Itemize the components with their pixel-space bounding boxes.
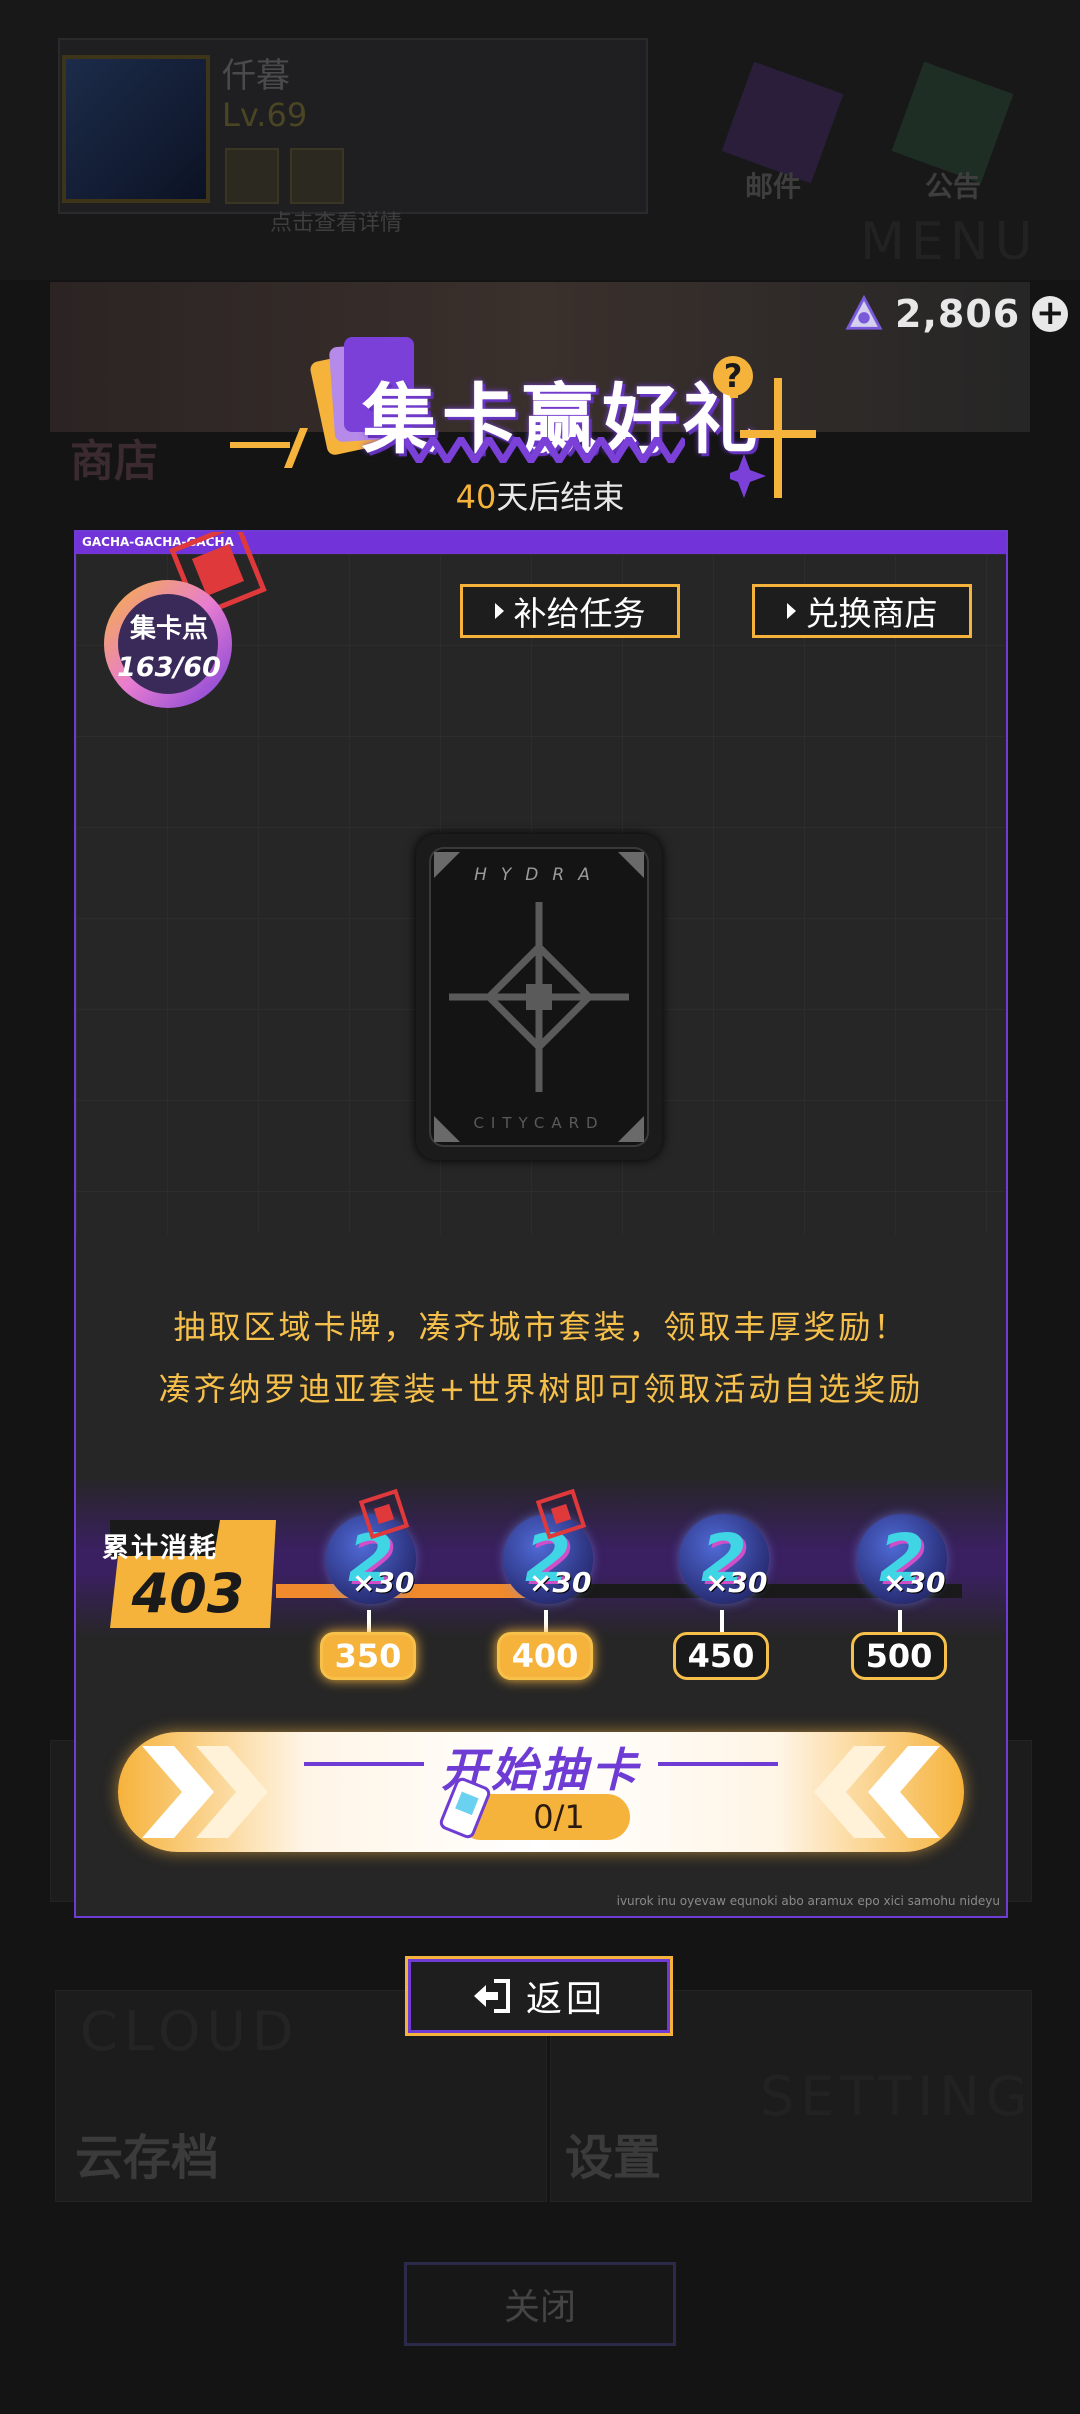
setting-watermark: SETTING: [760, 2065, 1034, 2128]
claimed-mark-icon: [535, 1488, 587, 1540]
reward-quantity: ×30: [529, 1566, 592, 1599]
panel-footer-text: ivurok inu oyevaw equnoki abo aramux epo…: [616, 1894, 1000, 1908]
currency-display: 2,806 +: [845, 292, 1069, 336]
days-left: 40: [455, 478, 497, 516]
description-line-2: 凑齐纳罗迪亚套装+世界树即可领取活动自选奖励: [158, 1370, 924, 1408]
close-label: 关闭: [503, 2287, 576, 2328]
setting-label: 设置: [565, 2130, 662, 2186]
milestone-stem: [367, 1610, 371, 1634]
exchange-shop-button[interactable]: 兑换商店: [752, 584, 972, 638]
arrow-right-icon: [786, 603, 796, 619]
gem-triangle-icon: [845, 295, 883, 330]
card-bottom-text: CITYCARD: [473, 1114, 604, 1132]
exit-icon: [473, 1979, 510, 2013]
card-top-text: HYDRA: [474, 865, 604, 885]
card-back: HYDRA CITYCARD: [416, 834, 662, 1160]
close-button-dimmed: 关闭: [404, 2262, 676, 2346]
gacha-panel: GACHA-GACHA-GACHA 集卡点 163/60 补给任务 兑换商店 H…: [74, 530, 1008, 1918]
ticket-count-pill: 0/1: [439, 1777, 630, 1840]
avatar: [62, 55, 210, 203]
claimed-mark-icon: [358, 1488, 410, 1540]
milestone-threshold: 500: [851, 1632, 947, 1680]
menu-watermark: MENU: [860, 212, 1039, 272]
back-label: 返回: [525, 1979, 606, 2020]
cloud-save-label: 云存档: [75, 2130, 220, 2186]
milestone-stem: [898, 1610, 902, 1634]
milestone-350[interactable]: 2 ×30 350: [304, 1488, 434, 1724]
milestone-threshold: 350: [320, 1632, 416, 1680]
player-level: Lv.69: [222, 96, 308, 134]
currency-value: 2,806: [895, 292, 1021, 336]
reward-quantity: ×30: [352, 1566, 415, 1599]
event-countdown: 40天后结束: [0, 472, 1080, 518]
milestone-500[interactable]: 2 ×30 500: [835, 1514, 965, 1724]
reward-quantity: ×30: [705, 1566, 768, 1599]
player-name: 仟暮: [222, 56, 290, 96]
consume-label: 累计消耗: [102, 1533, 218, 1564]
cloud-watermark: CLOUD: [80, 2000, 300, 2063]
zigzag-deco: [405, 437, 685, 463]
countdown-suffix: 天后结束: [496, 478, 625, 516]
back-button[interactable]: 返回: [405, 1956, 673, 2036]
badge-icon: [225, 148, 279, 204]
supply-task-button[interactable]: 补给任务: [460, 584, 680, 638]
description-line-1: 抽取区域卡牌，凑齐城市套装，领取丰厚奖励！: [173, 1308, 909, 1346]
milestone-threshold: 400: [497, 1632, 593, 1680]
start-draw-button[interactable]: 开始抽卡 0/1: [118, 1732, 964, 1852]
dash-deco-icon: [230, 428, 308, 468]
badge-icon: [290, 148, 344, 204]
profile-hint: 点击查看详情: [270, 211, 403, 236]
card-back-art: HYDRA CITYCARD: [429, 847, 649, 1147]
plus-icon[interactable]: +: [1032, 296, 1069, 332]
arrow-right-icon: [494, 603, 504, 619]
start-draw-label: 开始抽卡: [441, 1743, 641, 1797]
exchange-shop-label: 兑换商店: [805, 594, 938, 633]
milestone-400[interactable]: 2 ×30 400: [481, 1488, 611, 1724]
mail-label: 邮件: [745, 170, 802, 203]
consume-value: 403: [131, 1562, 245, 1625]
points-label: 集卡点: [129, 614, 208, 644]
points-value: 163/60: [117, 652, 221, 683]
supply-task-label: 补给任务: [513, 594, 646, 633]
ticket-icon: [439, 1777, 491, 1839]
milestone-stem: [544, 1610, 548, 1634]
ticket-count: 0/1: [533, 1798, 585, 1836]
milestone-stem: [720, 1610, 724, 1634]
milestone-threshold: 450: [673, 1632, 769, 1680]
notice-label: 公告: [925, 170, 982, 203]
reward-quantity: ×30: [883, 1566, 946, 1599]
milestone-450[interactable]: 2 ×30 450: [657, 1514, 787, 1724]
